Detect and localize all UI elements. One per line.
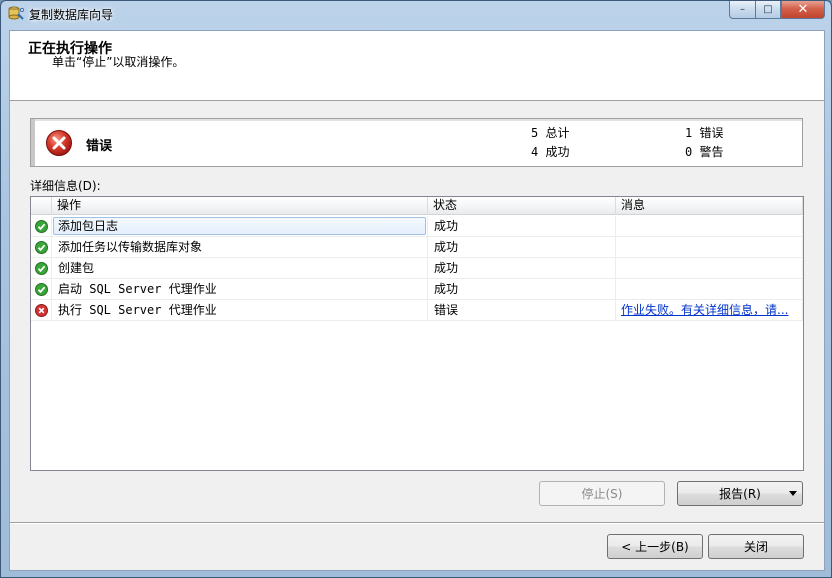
maximize-button[interactable]: □	[755, 1, 781, 19]
error-details-link[interactable]: 作业失败。有关详细信息，请...	[621, 303, 788, 317]
row-state: 成功	[428, 279, 616, 300]
success-icon	[35, 241, 48, 254]
row-message	[616, 237, 803, 258]
details-label: 详细信息(D):	[30, 179, 101, 193]
minimize-button[interactable]: –	[729, 1, 755, 19]
list-header: 操作 状态 消息	[31, 197, 803, 215]
table-row[interactable]: 启动 SQL Server 代理作业 成功	[31, 279, 803, 300]
row-action: 启动 SQL Server 代理作业	[52, 279, 428, 300]
close-icon: ✕	[797, 2, 809, 17]
column-header-action[interactable]: 操作	[52, 197, 428, 215]
table-row[interactable]: 执行 SQL Server 代理作业 错误 作业失败。有关详细信息，请...	[31, 300, 803, 321]
success-icon	[35, 220, 48, 233]
row-state: 错误	[428, 300, 616, 321]
wizard-header: 正在执行操作 单击“停止”以取消操作。	[10, 31, 824, 101]
row-state: 成功	[428, 237, 616, 258]
total-count: 5 总计	[531, 126, 570, 140]
row-action: 执行 SQL Server 代理作业	[52, 300, 428, 321]
page-subtitle: 单击“停止”以取消操作。	[52, 55, 185, 69]
column-header-message[interactable]: 消息	[616, 197, 803, 215]
close-window-button[interactable]: ✕	[781, 1, 825, 19]
database-wizard-icon	[8, 6, 24, 20]
close-button[interactable]: 关闭	[708, 534, 804, 559]
back-button[interactable]: < 上一步(B)	[607, 534, 703, 559]
success-count: 4 成功	[531, 145, 570, 159]
column-header-icon[interactable]	[31, 197, 52, 215]
report-button[interactable]: 报告(R)	[677, 481, 803, 506]
stop-button[interactable]: 停止(S)	[539, 481, 665, 506]
row-action: 添加包日志	[58, 219, 119, 233]
status-summary-panel: 错误 5 总计 4 成功 1 错误 0 警告	[30, 118, 803, 167]
maximize-icon: □	[763, 4, 773, 15]
row-action: 创建包	[52, 258, 428, 279]
window-title: 复制数据库向导	[29, 8, 114, 22]
row-message	[616, 279, 803, 300]
status-label: 错误	[86, 139, 113, 154]
error-icon	[46, 130, 72, 156]
success-icon	[35, 262, 48, 275]
report-button-label: 报告(R)	[719, 487, 761, 501]
error-count: 1 错误	[685, 126, 724, 140]
error-icon	[35, 304, 48, 317]
chevron-down-icon[interactable]	[789, 491, 797, 496]
details-list[interactable]: 操作 状态 消息 添加包日志 成功 添加任务以传输数据库对象 成功 创建包 成功…	[30, 196, 804, 471]
row-message	[616, 258, 803, 279]
table-row[interactable]: 创建包 成功	[31, 258, 803, 279]
warning-count: 0 警告	[685, 145, 724, 159]
title-bar[interactable]: 复制数据库向导 – □ ✕	[1, 1, 831, 25]
footer-separator	[10, 522, 824, 524]
minimize-icon: –	[740, 4, 745, 15]
column-header-state[interactable]: 状态	[428, 197, 616, 215]
row-message	[616, 216, 803, 237]
row-state: 成功	[428, 216, 616, 237]
row-action: 添加任务以传输数据库对象	[52, 237, 428, 258]
table-row[interactable]: 添加任务以传输数据库对象 成功	[31, 237, 803, 258]
success-icon	[35, 283, 48, 296]
caption-buttons: – □ ✕	[729, 1, 825, 20]
dialog-client-area: 正在执行操作 单击“停止”以取消操作。 错误 5 总计 4 成功 1 错误 0 …	[9, 30, 825, 571]
table-row[interactable]: 添加包日志 成功	[31, 216, 803, 237]
app-window: 复制数据库向导 – □ ✕ 正在执行操作 单击“停止”以取消操作。 错误 5 总…	[0, 0, 832, 578]
row-state: 成功	[428, 258, 616, 279]
